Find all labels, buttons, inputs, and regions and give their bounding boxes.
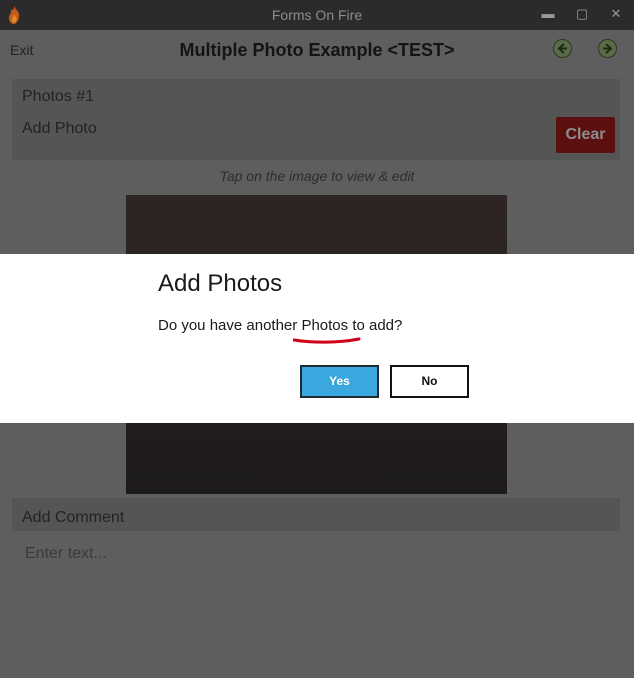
photos-section: Photos #1 Add Photo [12, 79, 620, 160]
red-underline-annotation [293, 337, 361, 344]
photos-section-label: Photos #1 [22, 88, 95, 105]
no-button[interactable]: No [390, 365, 469, 398]
comment-input[interactable]: Enter text... [25, 545, 107, 563]
dialog-message-suffix: to add? [352, 317, 403, 334]
clear-button[interactable]: Clear [556, 117, 615, 153]
add-photos-dialog: Add Photos Do you have another Photos to… [0, 254, 634, 423]
photo-hint: Tap on the image to view & edit [219, 168, 415, 184]
minimize-icon[interactable]: ▬ [537, 4, 559, 24]
form-title: Multiple Photo Example <TEST> [179, 40, 455, 60]
maximize-icon[interactable]: ▢ [571, 4, 593, 24]
dialog-message: Do you have another Photos to add? [158, 317, 402, 334]
yes-button[interactable]: Yes [300, 365, 379, 398]
forward-arrow-icon[interactable] [598, 39, 617, 58]
window-titlebar: Forms On Fire ▬ ▢ ✕ [0, 0, 634, 30]
dialog-message-prefix: Do you have another [158, 317, 298, 334]
back-arrow-icon[interactable] [553, 39, 572, 58]
add-photo-label[interactable]: Add Photo [22, 120, 97, 138]
close-icon[interactable]: ✕ [605, 4, 627, 24]
dialog-title: Add Photos [158, 270, 283, 297]
dialog-message-highlight: Photos [301, 317, 349, 334]
comment-label: Add Comment [22, 509, 125, 526]
